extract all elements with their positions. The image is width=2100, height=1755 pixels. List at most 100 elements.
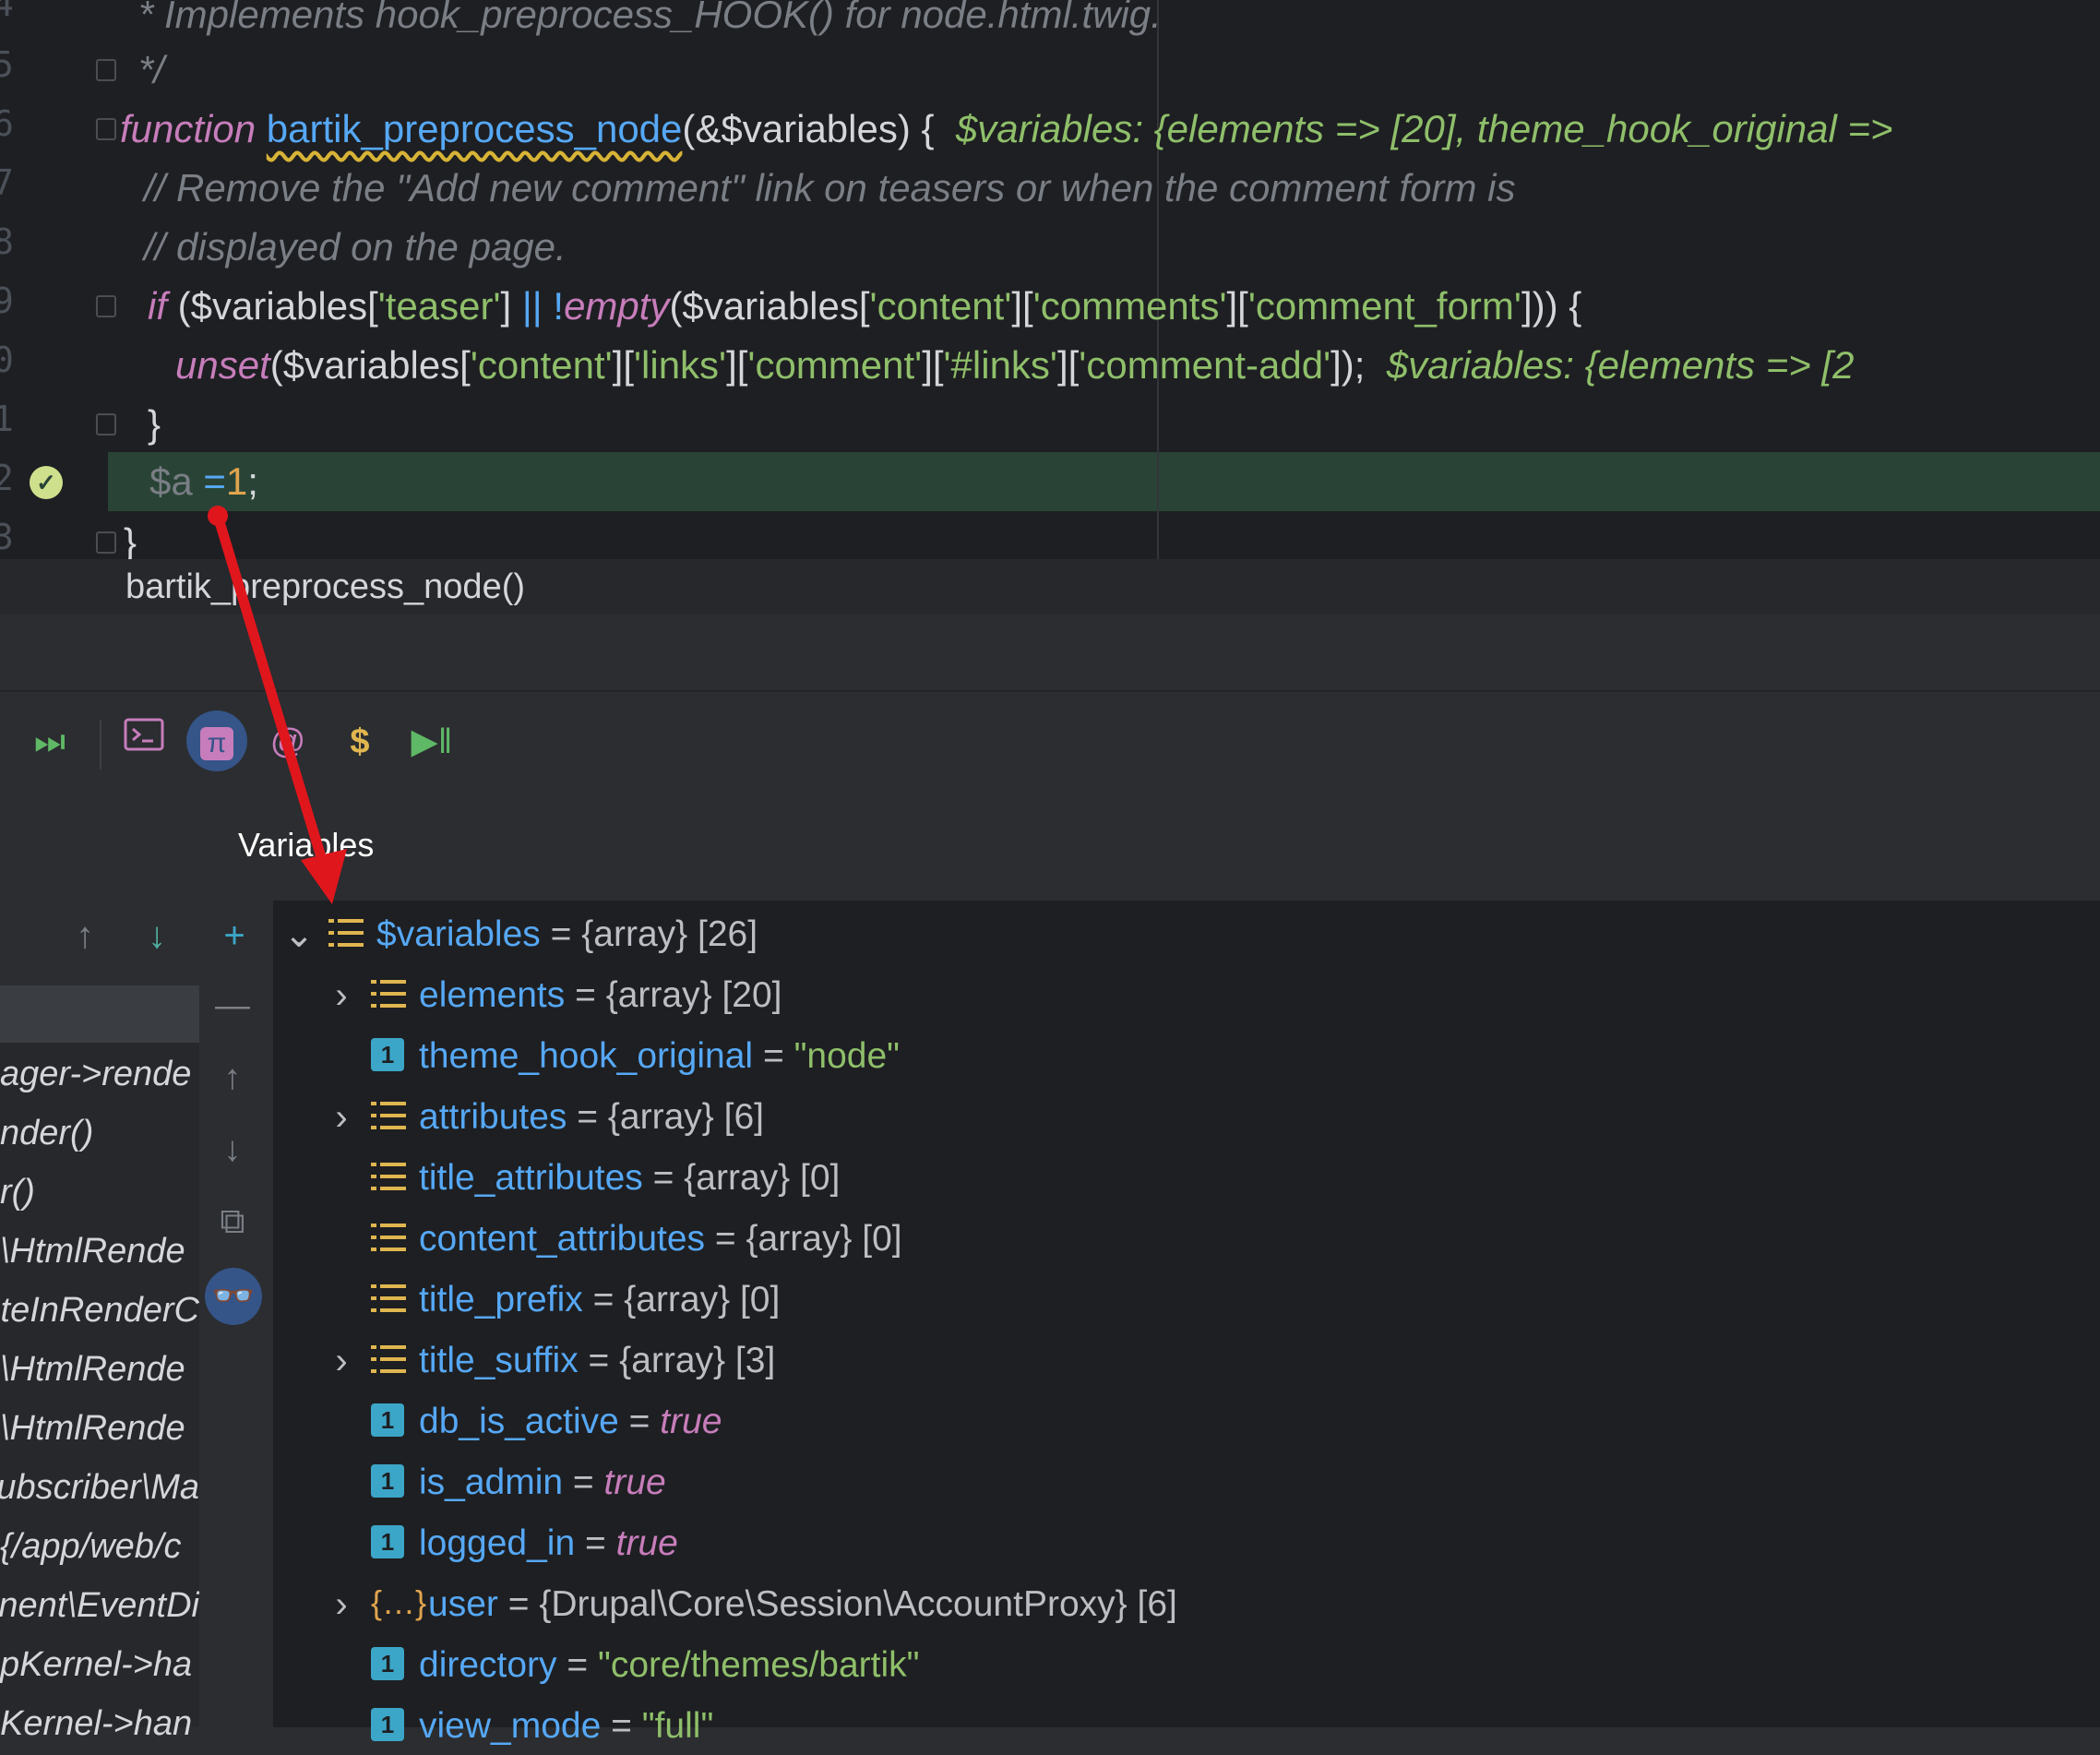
variable-row[interactable]: attributes = {array} [6]	[371, 1089, 764, 1146]
comment-text: */	[138, 48, 165, 91]
frame-item[interactable]: ager->rende	[0, 1045, 199, 1104]
fold-marker-icon[interactable]	[96, 413, 116, 436]
code-editor[interactable]: 4 5 6 7 8 9 0 1 2 3 ✓ * Implements hook_…	[0, 0, 2100, 559]
comment-text: * Implements hook_preprocess_HOOK() for …	[138, 0, 1162, 36]
equals-sign: =	[550, 914, 572, 954]
fold-marker-icon[interactable]	[96, 531, 116, 554]
code-line: }	[124, 513, 137, 559]
equals-sign: =	[567, 1645, 589, 1685]
equals-sign: =	[507, 1584, 530, 1624]
primitive-icon: 1	[371, 1037, 404, 1071]
variable-row[interactable]: 1 theme_hook_original = "node"	[371, 1028, 900, 1085]
variable-name: db_is_active	[419, 1402, 619, 1441]
breadcrumb[interactable]: bartik_preprocess_node()	[125, 559, 525, 615]
operator-token: ||	[521, 284, 543, 328]
frame-up-icon[interactable]: ↑	[59, 910, 111, 961]
code-line-unset: unset($variables['content']['links']['co…	[175, 336, 1854, 395]
inline-debug-value[interactable]: $variables: {elements => [2	[1387, 343, 1855, 387]
variable-row[interactable]: 1 directory = "core/themes/bartik"	[371, 1637, 920, 1694]
frame-item[interactable]: ubscriber\Ma	[0, 1458, 199, 1517]
glasses-icon[interactable]: 👓	[205, 1268, 262, 1325]
frame-item[interactable]: \HtmlRende	[0, 1340, 199, 1399]
code-token: ]);	[1330, 343, 1366, 387]
inline-debug-value[interactable]: $variables: {elements => [20], theme_hoo…	[956, 107, 1893, 150]
line-number: 6	[0, 103, 14, 144]
frame-item[interactable]: nder()	[0, 1104, 199, 1163]
at-icon[interactable]: @	[262, 716, 314, 768]
array-icon	[371, 1283, 406, 1312]
step-resume-icon[interactable]: ▶‖	[406, 716, 458, 768]
remove-watch-icon[interactable]: —	[207, 980, 258, 1032]
comment-text: // Remove the "Add new comment" link on …	[144, 166, 1516, 209]
variable-row[interactable]: 1 db_is_active = true	[371, 1393, 722, 1451]
equals-sign: =	[652, 1158, 674, 1198]
add-watch-icon[interactable]: +	[209, 910, 260, 961]
line-number: 0	[0, 340, 14, 380]
variable-value: {array} [20]	[605, 975, 782, 1015]
breakpoint-check-icon[interactable]: ✓	[30, 466, 63, 499]
chevron-right-icon[interactable]: ›	[325, 1089, 358, 1146]
frames-list-selected[interactable]	[0, 985, 199, 1043]
code-line: * Implements hook_preprocess_HOOK() for …	[138, 0, 1162, 44]
frame-item[interactable]: nent\EventDi	[0, 1576, 199, 1635]
code-token: ($variables[	[669, 284, 870, 328]
resume-icon[interactable]: ⏭	[24, 716, 76, 768]
variable-row[interactable]: {…}user = {Drupal\Core\Session\AccountPr…	[371, 1576, 1177, 1633]
console-icon[interactable]	[118, 716, 170, 768]
function-args: (&$variables) {	[682, 107, 935, 150]
chevron-right-icon[interactable]: ›	[325, 967, 358, 1024]
move-up-icon[interactable]: ↑	[207, 1052, 258, 1104]
primitive-icon: 1	[371, 1524, 404, 1558]
array-icon	[328, 918, 364, 947]
move-down-icon[interactable]: ↓	[207, 1124, 258, 1176]
code-token: ($variables[	[167, 284, 378, 328]
variable-row[interactable]: elements = {array} [20]	[371, 967, 782, 1024]
chevron-right-icon[interactable]: ›	[325, 1332, 358, 1390]
function-name[interactable]: bartik_preprocess_node	[267, 107, 683, 150]
variable-value: {array} [26]	[581, 914, 758, 954]
frame-item[interactable]: \HtmlRende	[0, 1399, 199, 1458]
copy-icon[interactable]: ⧉	[207, 1196, 258, 1248]
chevron-right-icon[interactable]: ›	[325, 1576, 358, 1633]
fold-marker-icon[interactable]	[96, 295, 116, 317]
variable-name: user	[428, 1584, 498, 1624]
variable-row[interactable]: 1 view_mode = "full"	[371, 1698, 713, 1755]
variable-row[interactable]: content_attributes = {array} [0]	[371, 1211, 902, 1268]
frame-item[interactable]: {/app/web/c	[0, 1517, 199, 1576]
variable-row[interactable]: title_prefix = {array} [0]	[371, 1271, 780, 1329]
variable-root[interactable]: $variables = {array} [26]	[328, 906, 758, 963]
code-token: ][	[1056, 343, 1080, 387]
comment-text: // displayed on the page.	[144, 225, 567, 269]
code-line: // Remove the "Add new comment" link on …	[144, 159, 1515, 218]
code-line: */	[138, 41, 164, 100]
frame-item[interactable]: r()	[0, 1163, 199, 1222]
code-line-function: function bartik_preprocess_node(&$variab…	[120, 100, 1893, 159]
variable-row[interactable]: 1 logged_in = true	[371, 1515, 678, 1572]
operator-token: !	[542, 284, 565, 328]
equals-sign: =	[572, 1462, 594, 1502]
frame-item[interactable]: \HtmlRende	[0, 1222, 199, 1281]
dollar-icon[interactable]: $	[334, 716, 386, 768]
keyword: empty	[564, 284, 670, 328]
variable-row[interactable]: title_suffix = {array} [3]	[371, 1332, 775, 1390]
variable-row[interactable]: title_attributes = {array} [0]	[371, 1150, 840, 1207]
php-icon[interactable]: π	[186, 710, 247, 771]
number-token: 1	[225, 460, 248, 503]
fold-marker-icon[interactable]	[96, 59, 116, 81]
frame-item[interactable]: uteInRenderC	[0, 1281, 199, 1340]
fold-marker-icon[interactable]	[96, 118, 116, 140]
frame-item[interactable]: pKernel->ha	[0, 1635, 199, 1694]
variable-row[interactable]: 1 is_admin = true	[371, 1454, 666, 1511]
variable-name: $variables	[376, 914, 541, 954]
array-icon	[371, 979, 406, 1008]
primitive-icon: 1	[371, 1463, 404, 1498]
php-label: π	[200, 727, 233, 760]
variable-value: "node"	[793, 1036, 901, 1076]
variable-name: attributes	[419, 1097, 567, 1137]
toolbar-divider	[100, 720, 101, 770]
frame-down-icon[interactable]: ↓	[131, 910, 183, 961]
code-token: ][	[612, 343, 635, 387]
frame-item[interactable]: Kernel->han	[0, 1694, 199, 1753]
line-number: 4	[0, 0, 14, 24]
chevron-down-icon[interactable]: ⌄	[282, 906, 316, 963]
